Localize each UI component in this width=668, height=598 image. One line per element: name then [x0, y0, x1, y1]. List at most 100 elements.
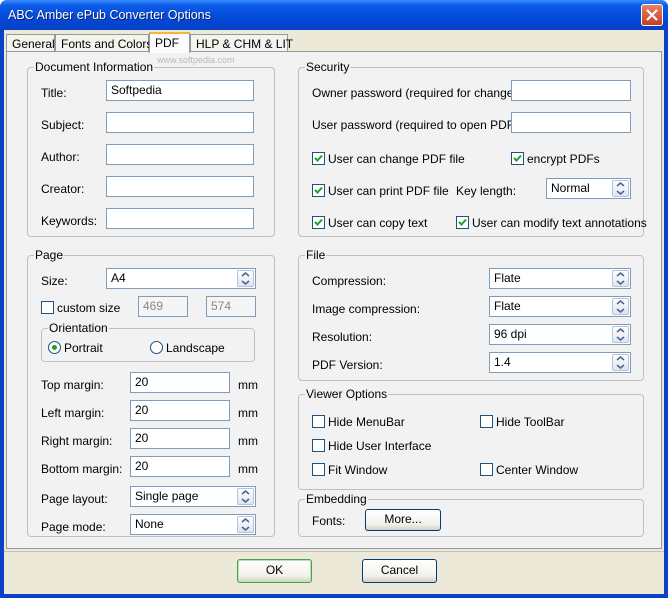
page-mode-select[interactable]: None — [130, 514, 256, 535]
pdf-version-select[interactable]: 1.4 — [489, 352, 631, 373]
center-window-checkbox[interactable] — [480, 463, 493, 476]
custom-height-input[interactable]: 574 — [206, 296, 256, 317]
page-mode-label: Page mode: — [41, 520, 106, 534]
checkmark-icon — [314, 218, 323, 226]
fit-window-checkbox[interactable] — [312, 463, 325, 476]
top-margin-label: Top margin: — [41, 378, 104, 392]
close-button[interactable] — [641, 4, 663, 26]
key-length-select[interactable]: Normal — [546, 178, 631, 199]
encrypt-pdfs-label: encrypt PDFs — [527, 152, 600, 166]
ok-button[interactable]: OK — [237, 559, 312, 583]
orientation-group: Orientation Portrait Landscape — [41, 321, 255, 362]
page-layout-select[interactable]: Single page — [130, 486, 256, 507]
keywords-label: Keywords: — [41, 214, 98, 228]
print-pdf-label: User can print PDF file — [328, 184, 449, 198]
subject-input[interactable] — [106, 112, 254, 133]
pdf-version-label: PDF Version: — [312, 358, 383, 372]
chevron-down-icon — [241, 518, 250, 531]
cancel-button[interactable]: Cancel — [362, 559, 437, 583]
embedding-group: Embedding Fonts: More... — [298, 492, 644, 537]
group-title: Viewer Options — [305, 387, 389, 401]
left-margin-input[interactable]: 20 — [130, 400, 230, 421]
user-password-input[interactable] — [511, 112, 631, 133]
left-margin-label: Left margin: — [41, 406, 105, 420]
custom-size-label: custom size — [57, 301, 121, 315]
group-title: Embedding — [305, 492, 368, 506]
chevron-down-icon — [616, 356, 625, 369]
page-size-select[interactable]: A4 — [106, 268, 256, 289]
creator-label: Creator: — [41, 182, 85, 196]
landscape-radio[interactable] — [150, 341, 163, 354]
compression-label: Compression: — [312, 274, 387, 288]
copy-text-checkbox[interactable] — [312, 216, 325, 229]
dropdown-button[interactable] — [237, 516, 254, 533]
image-compression-select[interactable]: Flate — [489, 296, 631, 317]
pdf-version-value: 1.4 — [494, 355, 511, 369]
chevron-down-icon — [616, 328, 625, 341]
resolution-label: Resolution: — [312, 330, 373, 344]
title-input[interactable]: Softpedia — [106, 80, 254, 101]
top-margin-input[interactable]: 20 — [130, 372, 230, 393]
group-title: Page — [34, 248, 65, 262]
bottom-margin-unit: mm — [238, 462, 258, 476]
checkmark-icon — [314, 186, 323, 194]
custom-width-input[interactable]: 469 — [138, 296, 188, 317]
title-bar[interactable]: ABC Amber ePub Converter Options — [0, 0, 668, 30]
resolution-select[interactable]: 96 dpi — [489, 324, 631, 345]
group-title: Document Information — [34, 60, 155, 74]
tab-pdf[interactable]: PDF — [149, 32, 190, 53]
dropdown-button[interactable] — [237, 270, 254, 287]
security-group: Security Owner password (required for ch… — [298, 60, 647, 237]
hide-user-interface-checkbox[interactable] — [312, 439, 325, 452]
top-margin-unit: mm — [238, 378, 258, 392]
window-title: ABC Amber ePub Converter Options — [8, 8, 211, 22]
image-compression-label: Image compression: — [312, 302, 421, 316]
page-group: Page Size: A4 custom size 469 574 Orient… — [27, 248, 275, 537]
compression-value: Flate — [494, 271, 521, 285]
encrypt-pdfs-checkbox[interactable] — [511, 152, 524, 165]
group-title: Security — [305, 60, 351, 74]
dropdown-button[interactable] — [612, 298, 629, 315]
hide-toolbar-checkbox[interactable] — [480, 415, 493, 428]
resolution-value: 96 dpi — [494, 327, 527, 341]
tab-fonts-and-colors[interactable]: Fonts and Colors — [55, 34, 152, 52]
hide-menubar-label: Hide MenuBar — [328, 415, 405, 429]
modify-annotations-checkbox[interactable] — [456, 216, 469, 229]
change-pdf-label: User can change PDF file — [328, 152, 465, 166]
key-length-label: Key length: — [456, 184, 517, 198]
page-mode-value: None — [135, 517, 164, 531]
checkmark-icon — [458, 218, 467, 226]
tab-general[interactable]: General — [6, 34, 55, 52]
more-fonts-button[interactable]: More... — [365, 509, 441, 531]
dropdown-button[interactable] — [612, 354, 629, 371]
bottom-margin-input[interactable]: 20 — [130, 456, 230, 477]
right-margin-label: Right margin: — [41, 434, 113, 448]
compression-select[interactable]: Flate — [489, 268, 631, 289]
radio-selected-dot — [52, 345, 57, 350]
print-pdf-checkbox[interactable] — [312, 184, 325, 197]
chevron-down-icon — [616, 272, 625, 285]
subject-label: Subject: — [41, 118, 85, 132]
dropdown-button[interactable] — [612, 180, 629, 197]
copy-text-label: User can copy text — [328, 216, 428, 230]
dropdown-button[interactable] — [237, 488, 254, 505]
modify-annotations-label: User can modify text annotations — [472, 216, 647, 230]
hide-menubar-checkbox[interactable] — [312, 415, 325, 428]
portrait-radio[interactable] — [48, 341, 61, 354]
creator-input[interactable] — [106, 176, 254, 197]
dropdown-button[interactable] — [612, 270, 629, 287]
page-layout-value: Single page — [135, 489, 199, 503]
owner-password-input[interactable] — [511, 80, 631, 101]
right-margin-input[interactable]: 20 — [130, 428, 230, 449]
group-title: Orientation — [48, 321, 109, 335]
watermark-text: www.softpedia.com — [157, 55, 235, 65]
dialog-window: ABC Amber ePub Converter Options General… — [0, 0, 668, 598]
change-pdf-checkbox[interactable] — [312, 152, 325, 165]
author-input[interactable] — [106, 144, 254, 165]
checkmark-icon — [513, 154, 522, 162]
custom-size-checkbox[interactable] — [41, 301, 54, 314]
page-size-value: A4 — [111, 271, 126, 285]
tab-hlp-chm-lit[interactable]: HLP & CHM & LIT — [190, 34, 293, 52]
keywords-input[interactable] — [106, 208, 254, 229]
dropdown-button[interactable] — [612, 326, 629, 343]
